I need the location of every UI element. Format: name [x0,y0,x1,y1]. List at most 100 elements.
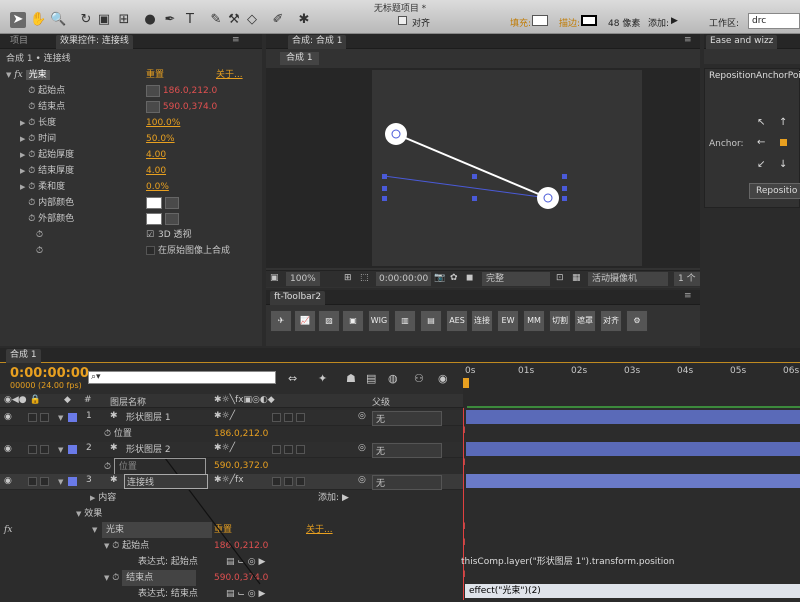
grid-icon[interactable]: ⊞ [344,273,352,283]
add-label[interactable]: 添加: [318,490,339,506]
stopwatch-icon[interactable]: ⏱ [28,102,35,112]
ft-mm-button[interactable]: MM [523,310,545,332]
mode-boxes[interactable] [272,445,305,455]
expand-triangle-icon[interactable]: ▶ [20,183,25,191]
label-color[interactable] [68,477,77,486]
bbox-handle[interactable] [562,174,567,179]
parent-select[interactable]: 无 [372,475,442,490]
ft-frame-icon[interactable]: ▣ [342,310,364,332]
keyframe-icon[interactable]: I [463,522,466,532]
position-value[interactable]: 590.0,372.0 [214,458,268,474]
clone-tool-icon[interactable]: ⚒ [226,12,242,28]
layer-switches-icon[interactable]: ✱☼╱ [214,443,235,453]
about-link[interactable]: 关于... [216,67,243,83]
panel-menu-icon[interactable]: ≡ [684,35,692,45]
stroke-label[interactable]: 描边: [559,16,580,29]
label-color[interactable] [68,413,77,422]
motion-blur-icon[interactable]: ◍ [388,372,398,385]
layer-name[interactable]: 形状图层 2 [124,442,173,457]
timeline-timecode[interactable]: 0:00:00:00 [10,366,89,381]
eyedropper-icon[interactable] [164,196,179,209]
stopwatch-icon[interactable]: ⏱ [28,214,35,224]
ft-motion-icon[interactable]: ✈ [270,310,292,332]
keyframe-icon[interactable]: I [463,570,466,580]
selection-tool-icon[interactable]: ➤ [10,12,26,28]
pan-behind-tool-icon[interactable]: ⊞ [116,12,132,28]
stroke-swatch[interactable] [581,15,597,26]
parent-select[interactable]: 无 [372,443,442,458]
about-link[interactable]: 关于... [306,522,333,538]
channel-icon[interactable]: ◼ [466,273,473,283]
arrow-w-icon[interactable]: ← [757,137,765,148]
ft-wig-button[interactable]: WIG [368,310,390,332]
transparency-icon[interactable]: ▦ [572,273,581,283]
ft-align-button[interactable]: 对齐 [600,310,622,332]
layer-name[interactable]: 连接线 [124,474,208,489]
arrow-s-icon[interactable]: ↓ [779,159,787,170]
layer-row[interactable]: ◉ ▼ 2 ✱ 形状图层 2 ✱☼╱ ◎ 无 [0,442,463,458]
mask-icon[interactable]: ⬚ [360,273,369,283]
views-select[interactable]: 1 个 [674,272,700,286]
ft-connect-button[interactable]: 连接 [471,310,493,332]
effect-prop-value[interactable]: 186.0,212.0 [163,86,217,96]
fx-icon[interactable]: fx [4,525,12,535]
text-tool-icon[interactable]: T [182,12,198,28]
anchor-center-icon[interactable] [780,139,787,146]
label-color[interactable] [68,445,77,454]
stopwatch-icon[interactable]: ⏱ [36,246,43,256]
tab-effect-controls[interactable]: 效果控件: 连接线 [56,35,133,49]
crosshair-icon[interactable] [146,84,160,97]
expand-triangle-icon[interactable]: ▼ [58,446,63,454]
layer-2-bar[interactable] [466,442,800,456]
eyedropper-icon[interactable] [164,212,179,225]
timeline-search-input[interactable]: ⌕▾ [88,371,276,384]
expand-triangle-icon[interactable]: ▶ [20,135,25,143]
layer-name[interactable]: 形状图层 1 [124,410,173,425]
mode-boxes[interactable] [272,413,305,423]
crosshair-icon[interactable] [146,100,160,113]
pick-whip-icon[interactable]: ◎ [358,475,366,485]
solo-box[interactable] [28,477,49,487]
keyframe-icon[interactable]: I [463,458,466,468]
panel-menu-icon[interactable]: ≡ [684,291,692,301]
expand-triangle-icon[interactable]: ▼ [58,414,63,422]
zoom-select[interactable]: 100% [286,272,320,286]
camera-snapshot-icon[interactable]: 📷 [434,273,445,283]
solo-box[interactable] [28,413,49,423]
expand-triangle-icon[interactable]: ▼ [58,478,63,486]
tab-project[interactable]: 项目 [6,35,32,49]
keyframe-icon[interactable]: I [463,426,466,436]
ft-calculator-icon[interactable]: ▤ [420,310,442,332]
eye-icon[interactable]: ◉ [4,476,12,486]
shape-tool-icon[interactable]: ● [142,12,158,28]
layer-row[interactable]: ◉ ▼ 3 ✱ 连接线 ✱☼╱fx ◎ 无 [0,474,463,490]
effect-prop-value[interactable]: 100.0% [146,115,180,131]
collapse-triangle-icon[interactable]: ▼ [6,71,11,79]
bbox-handle[interactable] [382,186,387,191]
viewer-timecode[interactable]: 0:00:00:00 [376,272,432,286]
ft-image-icon[interactable]: ▨ [318,310,340,332]
viewer-area[interactable] [266,68,700,268]
stopwatch-icon[interactable]: ⏱ [28,86,35,96]
stopwatch-icon[interactable]: ⏱ [28,166,35,176]
fx-icon[interactable]: fx [14,70,22,80]
arrow-nw-icon[interactable]: ↖ [757,117,765,128]
stopwatch-icon[interactable]: ⏱ [28,118,35,128]
add-label[interactable]: 添加: [648,16,669,29]
keyframe-icon[interactable]: I [463,538,466,548]
stopwatch-icon[interactable]: ⏱ [28,198,35,208]
stopwatch-icon[interactable]: ⏱ [104,429,111,439]
graph-editor-icon[interactable]: ⚇ [414,372,424,385]
brainstorm-icon[interactable]: ◉ [438,372,448,385]
stroke-size[interactable]: 48 像素 [608,16,640,29]
panel-menu-icon[interactable]: ≡ [232,35,240,45]
stopwatch-icon[interactable]: ⏱ [28,150,35,160]
effect-prop-value[interactable]: 0.0% [146,179,169,195]
stopwatch-icon[interactable]: ⏱ [36,230,43,240]
playhead-icon[interactable] [463,378,469,388]
eye-icon[interactable]: ◉ [4,412,12,422]
ft-bars-icon[interactable]: ▥ [394,310,416,332]
col-layer-name[interactable]: 图层名称 [110,395,146,408]
position-label[interactable]: 位置 [114,429,132,439]
stopwatch-icon[interactable]: ⏱ [28,182,35,192]
